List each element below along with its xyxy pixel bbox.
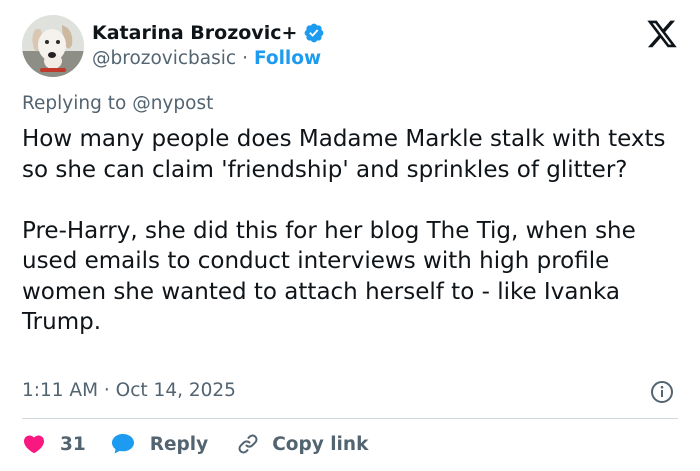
verified-badge-icon	[305, 23, 324, 43]
reply-label: Reply	[149, 433, 209, 455]
author-name-row[interactable]: Katarina Brozovic+	[92, 20, 325, 46]
follow-button[interactable]: Follow	[254, 48, 321, 69]
info-icon[interactable]	[650, 380, 674, 404]
link-icon	[238, 434, 258, 454]
copy-link-label: Copy link	[272, 433, 369, 455]
separator-dot: ·	[242, 48, 248, 69]
heart-icon	[23, 435, 45, 454]
tweet-text: How many people does Madame Markle stalk…	[22, 126, 666, 335]
author-handle-row: @brozovicbasic · Follow	[92, 48, 321, 69]
avatar-dog-image	[22, 15, 84, 77]
author-name[interactable]: Katarina Brozovic+	[92, 22, 297, 44]
replying-prefix: Replying to	[22, 93, 127, 114]
replying-mention-link[interactable]: @nypost	[132, 93, 213, 114]
like-button[interactable]: 31	[22, 432, 86, 456]
replying-to-context: Replying to @nypost	[22, 93, 213, 114]
copy-link-button[interactable]: Copy link	[236, 432, 368, 456]
author-handle[interactable]: @brozovicbasic	[92, 48, 236, 69]
tweet-timestamp[interactable]: 1:11 AM · Oct 14, 2025	[22, 380, 236, 401]
reply-bubble-icon	[111, 434, 134, 454]
reply-button[interactable]: Reply	[110, 432, 208, 456]
x-logo-icon[interactable]	[645, 20, 679, 50]
divider	[22, 418, 678, 419]
tweet-actions: 31 Reply Copy link	[22, 428, 368, 460]
avatar[interactable]	[22, 15, 84, 77]
like-count: 31	[60, 433, 86, 455]
